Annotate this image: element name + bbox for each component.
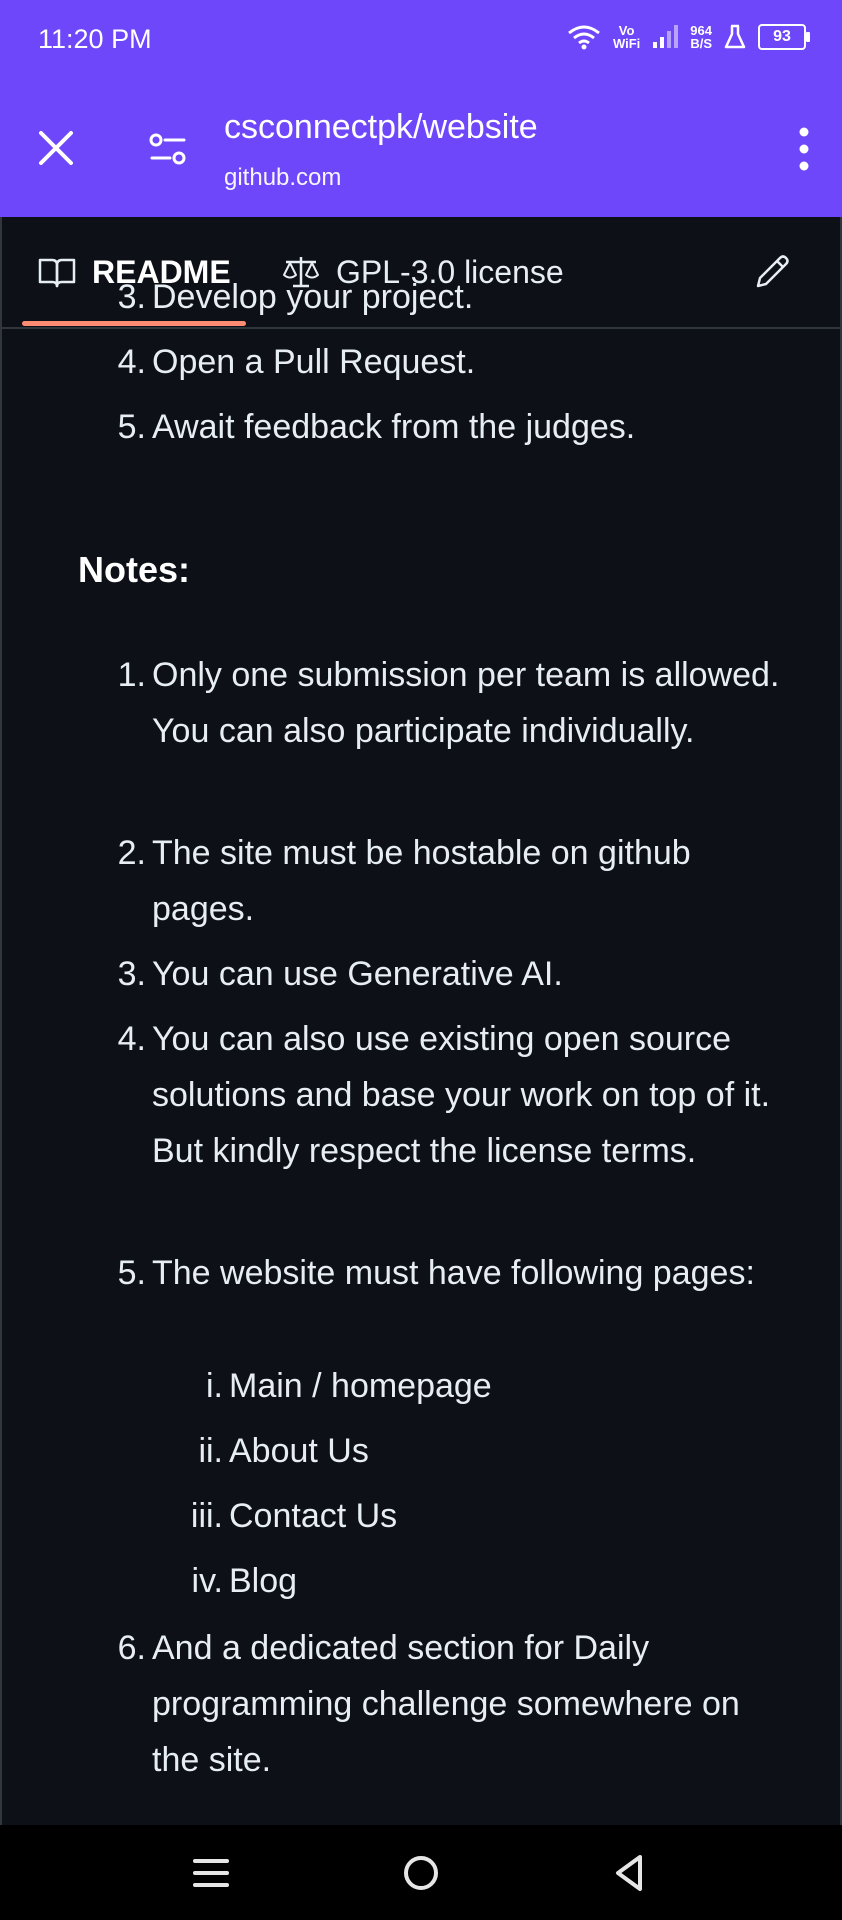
vowifi-indicator: Vo WiFi <box>613 24 640 50</box>
wifi-icon <box>568 25 600 50</box>
list-item: 4. You can also use existing open source… <box>118 1011 782 1179</box>
signal-icon <box>653 25 679 48</box>
list-number: 3. <box>117 278 146 316</box>
sub-list-item: ii. About Us <box>198 1423 789 1479</box>
list-text: The website must have following pages: <box>152 1254 755 1292</box>
list-item: 4. Open a Pull Request. <box>118 334 782 390</box>
list-item: 6. And a dedicated section for Daily pro… <box>118 1620 782 1788</box>
network-speed: 964 B/S <box>690 24 712 50</box>
sub-list-text: About Us <box>229 1432 369 1470</box>
list-number: 4. <box>117 343 146 381</box>
page-domain[interactable]: github.com <box>224 164 341 192</box>
home-icon[interactable] <box>399 1851 443 1895</box>
sub-list-number: iv. <box>191 1562 223 1600</box>
list-item: 3. Develop your project. <box>118 269 782 325</box>
page-title[interactable]: csconnectpk/website <box>224 108 538 147</box>
readme-content: README GPL-3.0 license 3. Develop your p… <box>0 217 842 1825</box>
list-item: 3. You can use Generative AI. <box>118 946 782 1002</box>
recents-menu-icon[interactable] <box>189 1851 233 1895</box>
list-number: 2. <box>117 834 146 872</box>
list-text: You can use Generative AI. <box>152 955 563 993</box>
notes-heading: Notes: <box>78 549 191 590</box>
more-vert-icon[interactable] <box>790 124 818 174</box>
list-text: You can also use existing open source so… <box>152 1020 771 1170</box>
vowifi-bottom: WiFi <box>612 36 641 51</box>
close-icon[interactable] <box>36 128 76 168</box>
status-icons: Vo WiFi 964 B/S 93 <box>567 24 810 50</box>
status-time: 11:20 PM <box>38 24 152 54</box>
list-number: 3. <box>117 955 146 993</box>
status-bar: 11:20 PM Vo WiFi 964 B/S 93 <box>0 0 842 84</box>
sub-list-item: iii. Contact Us <box>191 1488 789 1544</box>
list-number: 5. <box>117 408 146 446</box>
list-text: Open a Pull Request. <box>152 343 476 381</box>
browser-toolbar: csconnectpk/website github.com <box>0 84 842 217</box>
list-number: 1. <box>117 656 146 694</box>
list-text: And a dedicated section for Daily progra… <box>152 1629 740 1779</box>
list-item: 1. Only one submission per team is allow… <box>118 647 782 759</box>
sub-list-text: Main / homepage <box>229 1367 492 1405</box>
battery-indicator: 93 <box>758 24 810 50</box>
sub-list-item: iv. Blog <box>192 1553 789 1609</box>
back-icon[interactable] <box>608 1851 652 1895</box>
sub-list-number: iii. <box>190 1497 223 1535</box>
list-item: 2. The site must be hostable on github p… <box>118 825 782 937</box>
tune-icon[interactable] <box>148 130 188 170</box>
sub-list-text: Contact Us <box>229 1497 398 1535</box>
list-text: Only one submission per team is allowed.… <box>152 656 780 750</box>
sub-list-text: Blog <box>229 1562 298 1600</box>
list-number: 5. <box>117 1254 146 1292</box>
list-number: 6. <box>117 1629 146 1667</box>
navigation-bar <box>0 1825 842 1920</box>
list-text: Develop your project. <box>152 278 474 316</box>
sub-list-item: i. Main / homepage <box>206 1358 789 1414</box>
sub-list-number: ii. <box>198 1432 223 1470</box>
list-number: 4. <box>117 1020 146 1058</box>
list-text: The site must be hostable on github page… <box>152 834 691 928</box>
list-item: 5. Await feedback from the judges. <box>118 399 782 455</box>
sub-list-number: i. <box>206 1367 223 1405</box>
flask-icon <box>724 24 746 49</box>
list-text: Await feedback from the judges. <box>152 408 636 446</box>
list-item: 5. The website must have following pages… <box>118 1245 782 1301</box>
speed-unit: B/S <box>690 36 712 51</box>
battery-level: 93 <box>773 28 791 45</box>
